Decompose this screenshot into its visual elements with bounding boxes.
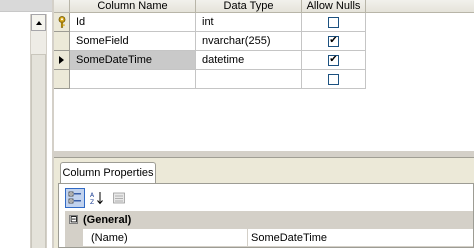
row-selector[interactable]: [54, 51, 70, 70]
collapse-icon[interactable]: ⊟: [69, 215, 78, 224]
alphabetical-button[interactable]: A Z: [87, 188, 107, 208]
property-value[interactable]: SomeDateTime: [248, 229, 473, 247]
svg-text:Z: Z: [90, 199, 94, 206]
sort-alphabetical-icon: A Z: [90, 192, 103, 206]
object-explorer-pane: [0, 0, 52, 248]
column-name-cell[interactable]: [70, 70, 196, 89]
scrollbar-thumb[interactable]: [31, 54, 46, 248]
properties-toolbar: A Z: [65, 188, 129, 208]
allow-nulls-cell: [302, 70, 366, 89]
categorized-icon: [68, 191, 81, 204]
allow-nulls-checkbox[interactable]: [328, 73, 339, 85]
table-designer-grid: Column Name Data Type Allow Nulls Id int…: [54, 0, 474, 150]
header-data-type[interactable]: Data Type: [196, 0, 302, 13]
grid-header-row: Column Name Data Type Allow Nulls: [54, 0, 474, 13]
property-category-general[interactable]: ⊟ (General): [65, 211, 473, 229]
row-selector[interactable]: [54, 32, 70, 51]
table-row[interactable]: SomeField nvarchar(255) ✔: [54, 32, 474, 51]
property-pages-button[interactable]: [109, 188, 129, 208]
data-type-cell[interactable]: [196, 70, 302, 89]
allow-nulls-cell: ✔: [302, 32, 366, 51]
header-corner: [54, 0, 70, 13]
allow-nulls-checkbox[interactable]: ✔: [328, 54, 339, 66]
property-name: (Name): [83, 229, 248, 247]
column-name-cell[interactable]: Id: [70, 13, 196, 32]
column-properties-pane: Column Properties A Z ⊟ (General) (Name)…: [54, 158, 474, 248]
property-grid: ⊟ (General) (Name) SomeDateTime: [65, 211, 473, 248]
header-column-name[interactable]: Column Name: [70, 0, 196, 13]
tab-column-properties[interactable]: Column Properties: [60, 162, 156, 184]
row-selector[interactable]: [54, 70, 70, 89]
column-name-cell[interactable]: SomeField: [70, 32, 196, 51]
data-type-cell[interactable]: datetime: [196, 51, 302, 70]
categorized-button[interactable]: [65, 188, 85, 208]
current-row-indicator-icon: [59, 56, 64, 64]
row-selector[interactable]: [54, 13, 70, 32]
allow-nulls-checkbox[interactable]: [328, 16, 339, 28]
property-row[interactable]: (Name) SomeDateTime: [65, 229, 473, 247]
allow-nulls-checkbox[interactable]: ✔: [328, 35, 339, 47]
explorer-selected-row[interactable]: [0, 0, 52, 12]
scroll-up-arrow-icon: [35, 20, 42, 25]
primary-key-icon: [58, 16, 65, 28]
category-label: (General): [83, 214, 132, 226]
svg-text:A: A: [90, 192, 95, 199]
table-row[interactable]: [54, 70, 474, 89]
allow-nulls-cell: ✔: [302, 51, 366, 70]
property-gutter: [65, 229, 83, 247]
column-properties-body: A Z ⊟ (General) (Name) SomeDateTime: [58, 183, 474, 248]
allow-nulls-cell: [302, 13, 366, 32]
table-row[interactable]: Id int: [54, 13, 474, 32]
scroll-up-button[interactable]: [31, 14, 46, 31]
column-name-cell[interactable]: SomeDateTime: [70, 51, 196, 70]
property-pages-icon: [113, 192, 125, 204]
data-type-cell[interactable]: int: [196, 13, 302, 32]
header-allow-nulls[interactable]: Allow Nulls: [302, 0, 366, 13]
data-type-cell[interactable]: nvarchar(255): [196, 32, 302, 51]
horizontal-splitter[interactable]: [54, 150, 474, 158]
explorer-vertical-scrollbar[interactable]: [30, 14, 47, 248]
table-row[interactable]: SomeDateTime datetime ✔: [54, 51, 474, 70]
